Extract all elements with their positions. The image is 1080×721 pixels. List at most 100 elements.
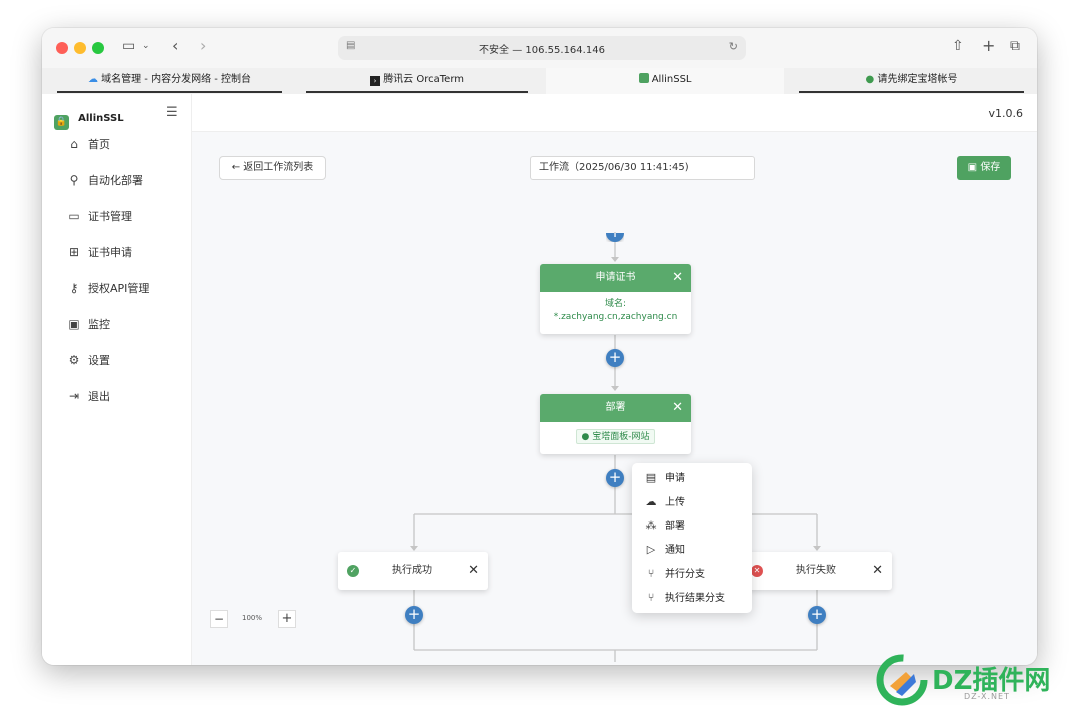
tab-label: 请先绑定宝塔帐号 [877, 74, 958, 85]
workflow-icon: ⚲ [69, 173, 79, 187]
sidebar-item-label: 授权API管理 [88, 282, 150, 295]
logo-icon: 🔒 [54, 115, 69, 130]
domain-value: *.zachyang.cn,zachyang.cn [553, 312, 678, 322]
browser-titlebar: ▭ ⌄ ‹ › ▤ 不安全 — 106.55.164.146 ↻ ⇧ + ⧉ [42, 28, 1037, 68]
back-nav-icon[interactable]: ‹ [172, 36, 178, 55]
zoom-in-button[interactable]: + [278, 610, 296, 628]
deploy-node-body: ● 宝塔面板-网站 [540, 422, 691, 450]
tab-label: 腾讯云 OrcaTerm [383, 74, 464, 85]
certificate-icon: ▭ [68, 209, 80, 223]
sidebar-item-cert-manage[interactable]: ▭ 证书管理 [66, 206, 132, 226]
lock-icon [638, 73, 649, 83]
sidebar-item-api[interactable]: ⚷ 授权API管理 [66, 278, 150, 298]
tab-allinssl[interactable]: AllinSSL [546, 68, 784, 94]
zoom-window-button[interactable] [92, 42, 104, 54]
bt-panel-icon: ● [581, 432, 590, 442]
sidebar-item-label: 监控 [88, 318, 110, 331]
sidebar-item-monitor[interactable]: ▣ 监控 [66, 314, 110, 334]
terminal-icon: › [370, 76, 380, 86]
close-icon[interactable]: ✕ [672, 264, 683, 292]
address-bar[interactable]: ▤ 不安全 — 106.55.164.146 ↻ [338, 36, 746, 60]
deploy-node[interactable]: 部署 ✕ ● 宝塔面板-网站 [540, 394, 691, 454]
app-name: AllinSSL [78, 113, 124, 124]
parallel-branch-icon: ⑂ [647, 567, 655, 580]
home-icon: ⌂ [70, 137, 78, 151]
deploy-target-tag: ● 宝塔面板-网站 [575, 429, 656, 444]
sidebar-item-logout[interactable]: ⇥ 退出 [66, 386, 110, 406]
address-text: 不安全 — 106.55.164.146 [479, 45, 605, 56]
minimize-window-button[interactable] [74, 42, 86, 54]
deploy-node-title: 部署 [605, 402, 626, 413]
tab-bt-panel[interactable]: ● 请先绑定宝塔帐号 [799, 68, 1024, 94]
menu-item-upload[interactable]: ☁ 上传 [644, 493, 686, 511]
close-icon[interactable]: ✕ [872, 552, 883, 590]
forward-nav-icon[interactable]: › [200, 36, 206, 55]
top-bar: v1.0.6 [192, 94, 1037, 132]
apply-icon: ▤ [645, 471, 657, 484]
zoom-level: 100% [241, 614, 262, 622]
menu-item-label: 通知 [665, 545, 685, 556]
new-tab-icon[interactable]: + [982, 36, 995, 55]
add-node-button[interactable]: + [606, 349, 624, 367]
watermark-subtext: DZ-X.NET [964, 692, 1010, 701]
workflow-canvas[interactable]: ← 返回工作流列表 工作流（2025/06/30 11:41:45) ▣ 保存 [192, 132, 1037, 665]
deploy-node-header: 部署 ✕ [540, 394, 691, 422]
menu-item-notify[interactable]: ▷ 通知 [644, 541, 685, 559]
notify-icon: ▷ [646, 543, 656, 556]
browser-window: ▭ ⌄ ‹ › ▤ 不安全 — 106.55.164.146 ↻ ⇧ + ⧉ ☁… [42, 28, 1037, 665]
apply-node-body: 域名: *.zachyang.cn,zachyang.cn [540, 292, 691, 330]
result-branch-icon: ⑂ [647, 591, 655, 604]
success-branch-node[interactable]: ✓ 执行成功 ✕ [338, 552, 488, 590]
logout-icon: ⇥ [68, 389, 80, 403]
chevron-down-icon[interactable]: ⌄ [142, 41, 150, 51]
menu-item-result-branch[interactable]: ⑂ 执行结果分支 [644, 589, 725, 607]
sidebar: 🔒 AllinSSL ☰ ⌂ 首页 ⚲ 自动化部署 ▭ 证书管理 ⊞ 证书申请 ⚷ 授权A… [42, 94, 192, 665]
menu-item-parallel-branch[interactable]: ⑂ 并行分支 [644, 565, 705, 583]
sidebar-item-label: 证书申请 [88, 246, 132, 259]
add-node-button[interactable]: + [405, 606, 423, 624]
sidebar-item-cert-apply[interactable]: ⊞ 证书申请 [66, 242, 132, 262]
sidebar-item-home[interactable]: ⌂ 首页 [66, 134, 110, 154]
menu-item-label: 并行分支 [665, 569, 705, 580]
sidebar-toggle-icon[interactable]: ▭ [122, 38, 135, 54]
api-key-icon: ⚷ [69, 281, 79, 295]
add-node-button[interactable]: + [808, 606, 826, 624]
sidebar-item-label: 退出 [88, 390, 110, 403]
plus-square-icon: ⊞ [68, 245, 80, 259]
sidebar-item-label: 证书管理 [88, 210, 132, 223]
bt-panel-icon: ● [865, 74, 875, 85]
apply-node-header: 申请证书 ✕ [540, 264, 691, 292]
close-icon[interactable]: ✕ [672, 394, 683, 422]
menu-item-label: 申请 [665, 473, 685, 484]
apply-cert-node[interactable]: 申请证书 ✕ 域名: *.zachyang.cn,zachyang.cn [540, 264, 691, 334]
domain-label: 域名: [604, 299, 627, 309]
share-icon[interactable]: ⇧ [952, 38, 964, 54]
sidebar-item-label: 首页 [88, 138, 110, 151]
close-icon[interactable]: ✕ [468, 552, 479, 590]
menu-item-deploy[interactable]: ⁂ 部署 [644, 517, 686, 535]
sidebar-item-settings[interactable]: ⚙ 设置 [66, 350, 110, 370]
fail-branch-label: 执行失败 [796, 565, 836, 576]
collapse-menu-icon[interactable]: ☰ [166, 105, 178, 120]
tab-orcaterm[interactable]: › 腾讯云 OrcaTerm [306, 68, 528, 94]
deploy-target-label: 宝塔面板-网站 [592, 432, 650, 442]
reload-icon[interactable]: ↻ [729, 40, 738, 53]
tab-cdn-console[interactable]: ☁ 域名管理 - 内容分发网络 - 控制台 [57, 68, 282, 94]
brand: 🔒 AllinSSL [54, 106, 124, 130]
menu-item-apply[interactable]: ▤ 申请 [644, 469, 685, 487]
sidebar-item-auto-deploy[interactable]: ⚲ 自动化部署 [66, 170, 143, 190]
add-node-button[interactable]: + [606, 469, 624, 487]
check-circle-icon: ✓ [347, 565, 359, 577]
apply-node-title: 申请证书 [595, 272, 636, 283]
tab-strip: ☁ 域名管理 - 内容分发网络 - 控制台 › 腾讯云 OrcaTerm All… [42, 68, 1037, 94]
tab-label: AllinSSL [651, 74, 692, 85]
add-node-menu: ▤ 申请 ☁ 上传 ⁂ 部署 ▷ 通知 ⑂ 并行分支 ⑂ 执行结果分支 [632, 463, 752, 613]
tab-label: 域名管理 - 内容分发网络 - 控制台 [101, 74, 252, 85]
fail-branch-node[interactable]: ✕ 执行失败 ✕ [742, 552, 892, 590]
zoom-out-button[interactable]: − [210, 610, 228, 628]
upload-icon: ☁ [645, 495, 657, 508]
deploy-icon: ⁂ [645, 519, 657, 532]
tab-overview-icon[interactable]: ⧉ [1010, 38, 1020, 54]
close-window-button[interactable] [56, 42, 68, 54]
sidebar-item-label: 设置 [88, 354, 110, 367]
